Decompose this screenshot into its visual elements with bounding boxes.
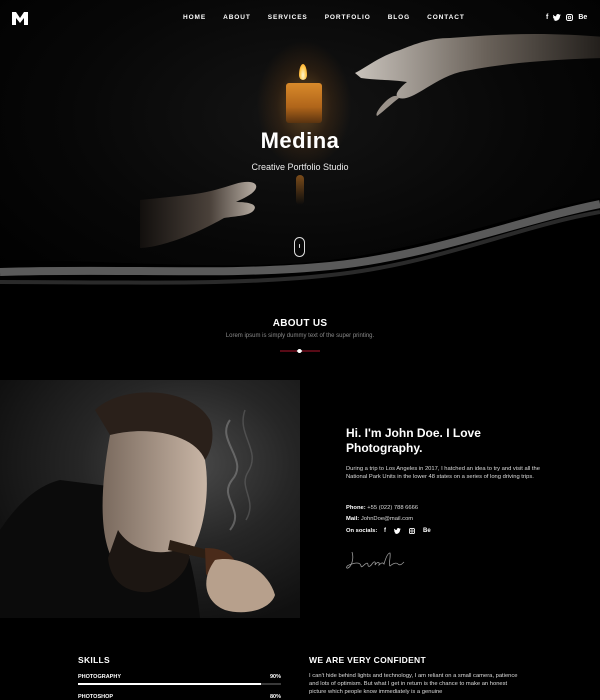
- nav-about[interactable]: ABOUT: [223, 14, 251, 22]
- instagram-icon[interactable]: [409, 528, 415, 534]
- bio-heading: Hi. I'm John Doe. I Love Photography.: [346, 426, 546, 456]
- about-title: ABOUT US: [272, 318, 328, 329]
- section-divider: [280, 349, 320, 353]
- phone-label: Phone:: [346, 505, 366, 511]
- behance-icon[interactable]: Be: [578, 13, 587, 22]
- socials-label: On socials:: [346, 528, 378, 534]
- confident-text: I can't hide behind lights and technolog…: [309, 673, 518, 695]
- bio-heading-line1: Hi. I'm John Doe. I Love: [346, 426, 481, 440]
- mail-line: Mail: JohnDoe@mail.com: [346, 516, 413, 522]
- socials-line: On socials:: [346, 528, 377, 534]
- signature-image: [346, 551, 405, 569]
- nav-home[interactable]: HOME: [183, 14, 206, 22]
- candle-image: [286, 83, 322, 123]
- skill-name: PHOTOGRAPHY: [78, 674, 121, 680]
- bio-heading-line2: Photography.: [346, 441, 423, 455]
- mail-value[interactable]: JohnDoe@mail.com: [361, 516, 413, 522]
- about-subtitle: Lorem ipsum is simply dummy text of the …: [225, 333, 375, 339]
- portrait-photo: [0, 380, 300, 618]
- confident-title: WE ARE VERY CONFIDENT: [309, 655, 426, 665]
- skill-percent: 90%: [269, 674, 281, 680]
- nav-services[interactable]: SERVICES: [268, 14, 308, 22]
- facebook-icon[interactable]: f: [384, 528, 386, 534]
- mail-label: Mail:: [346, 516, 360, 522]
- mouse-scroll-dot: [298, 244, 300, 248]
- twitter-icon[interactable]: [553, 14, 562, 21]
- hand-right-image: [355, 34, 600, 116]
- hero-subtitle: Creative Portfolio Studio: [251, 162, 349, 172]
- facebook-icon[interactable]: f: [546, 13, 548, 22]
- main-nav: HOME ABOUT SERVICES PORTFOLIO BLOG CONTA…: [183, 14, 482, 22]
- m-logo-icon[interactable]: [12, 11, 28, 25]
- behance-icon[interactable]: Be: [423, 528, 431, 534]
- bio-text: During a trip to Los Angeles in 2017, I …: [346, 466, 540, 480]
- nav-contact[interactable]: CONTACT: [427, 14, 465, 22]
- instagram-icon[interactable]: [566, 14, 574, 21]
- mouse-scroll-icon[interactable]: [294, 237, 305, 257]
- nav-portfolio[interactable]: PORTFOLIO: [325, 14, 371, 22]
- nav-blog[interactable]: BLOG: [388, 14, 410, 22]
- hero-section: HOME ABOUT SERVICES PORTFOLIO BLOG CONTA…: [0, 0, 600, 290]
- phone-value[interactable]: +55 (022) 788 6666: [367, 505, 418, 511]
- skills-title: SKILLS: [78, 655, 111, 665]
- skill-percent: 80%: [269, 694, 281, 700]
- hero-title: Medina: [260, 128, 340, 153]
- skill-fill: [78, 683, 261, 685]
- skill-name: PHOTOSHOP: [78, 694, 114, 700]
- twitter-icon[interactable]: [394, 528, 401, 534]
- phone-line: Phone: +55 (022) 788 6666: [346, 505, 418, 511]
- bio-socials: f Be: [384, 528, 431, 534]
- skill-track: [78, 683, 281, 685]
- candle-flame: [299, 64, 307, 80]
- header-socials: f Be: [546, 13, 587, 22]
